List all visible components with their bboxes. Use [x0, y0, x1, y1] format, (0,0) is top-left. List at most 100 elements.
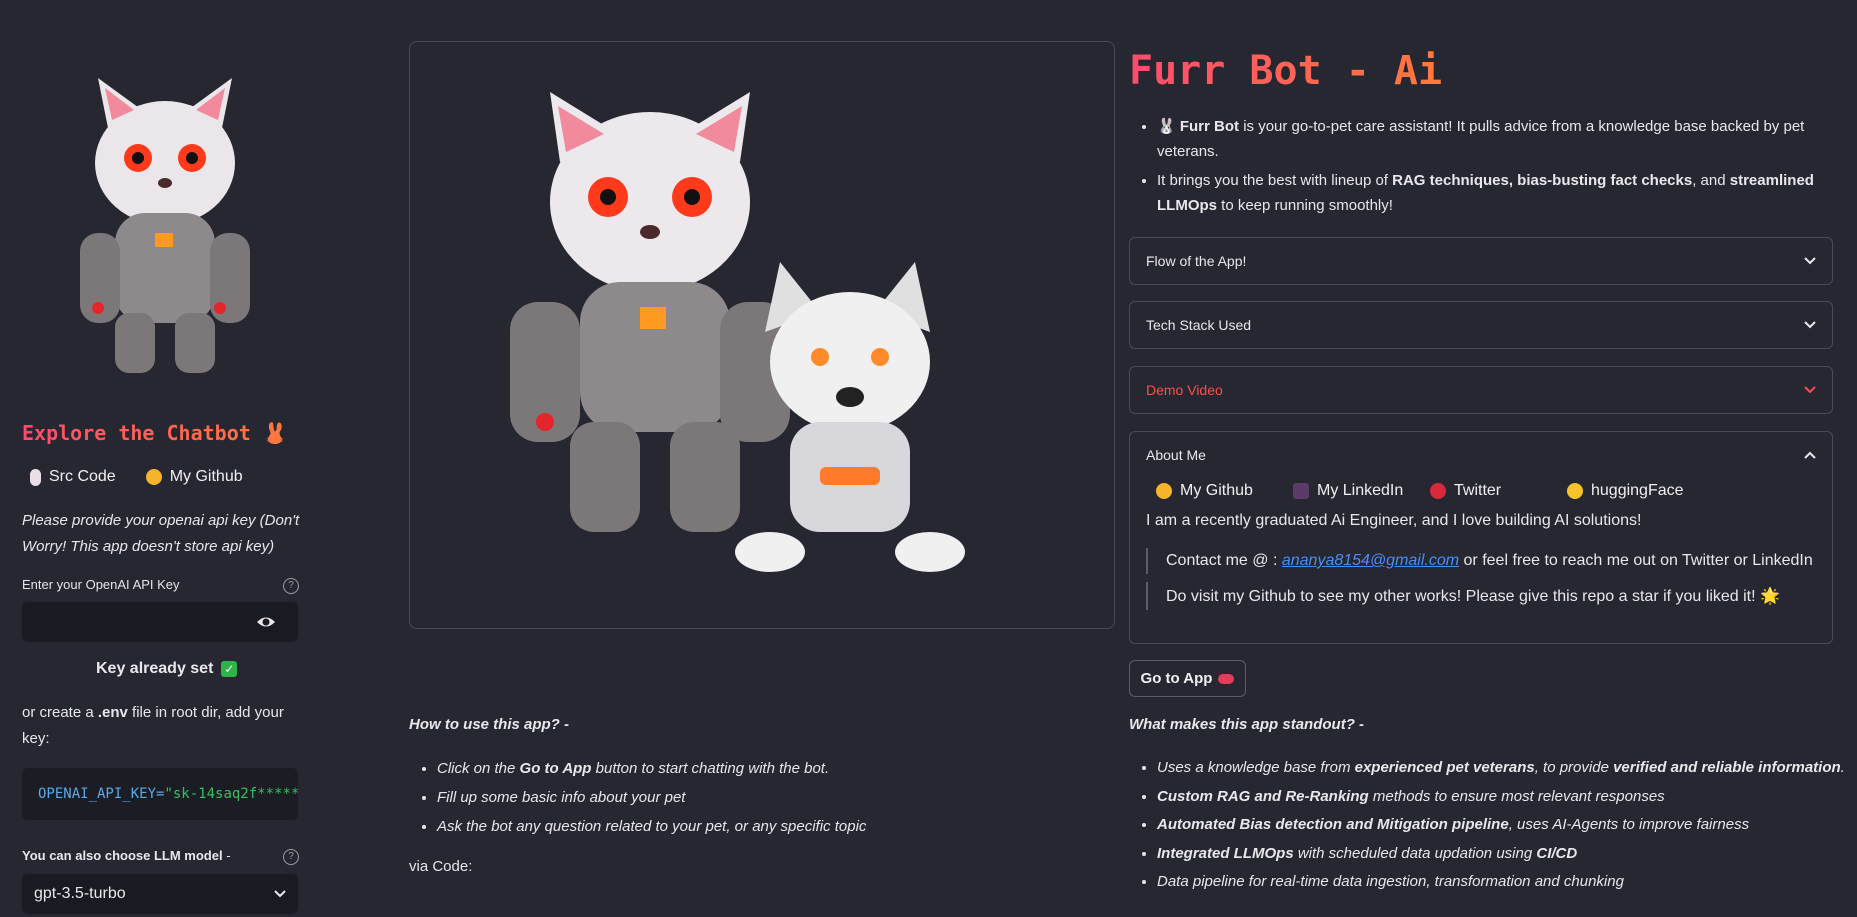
email-link[interactable]: ananya8154@gmail.com — [1282, 552, 1459, 569]
chevron-down-icon — [1804, 257, 1816, 265]
list-item: Click on the Go to App button to start c… — [437, 754, 1137, 783]
hero-image — [510, 92, 965, 572]
eye-icon[interactable] — [256, 613, 276, 631]
sidebar-links: Src Code My Github — [30, 468, 310, 486]
cat-icon — [1156, 483, 1172, 499]
visit-quote: Do visit my Github to see my other works… — [1146, 582, 1816, 610]
item-text: methods to ensure most relevant response… — [1368, 787, 1665, 805]
about-bio: I am a recently graduated Ai Engineer, a… — [1146, 512, 1642, 529]
chevron-up-icon — [1804, 451, 1816, 459]
bird-icon — [1430, 483, 1446, 499]
item-bold: Go to App — [519, 760, 592, 777]
list-item: Integrated LLMOps with scheduled data up… — [1157, 840, 1857, 869]
page-title: Furr Bot - Ai — [1129, 48, 1443, 94]
llm-label-suffix: - — [222, 848, 231, 863]
expander-demo-video[interactable]: Demo Video — [1129, 366, 1833, 414]
intro-text: is your go-to-pet care assistant! It pul… — [1157, 118, 1805, 160]
intro-item: It brings you the best with lineup of RA… — [1157, 168, 1857, 218]
item-text: Fill up some basic info about your pet — [437, 789, 686, 806]
list-item: Data pipeline for real-time data ingesti… — [1157, 868, 1857, 897]
item-text: , uses AI-Agents to improve fairness — [1508, 816, 1750, 833]
about-github-link[interactable]: My Github — [1156, 482, 1293, 500]
rabbit-icon: 🐰 — [1157, 118, 1176, 135]
env-file-name: .env — [97, 704, 128, 721]
cat-icon — [145, 469, 162, 485]
list-item: Ask the bot any question related to your… — [437, 812, 1137, 841]
item-text: Click on the — [437, 760, 520, 777]
chevron-down-icon — [1804, 386, 1816, 394]
sidebar-title: Explore the Chatbot 🐰 — [22, 421, 288, 445]
list-item: Custom RAG and Re-Ranking methods to ens… — [1157, 783, 1857, 812]
api-key-note: Please provide your openai api key (Don'… — [22, 512, 300, 555]
link-label: My LinkedIn — [1317, 482, 1404, 499]
contact-post: or feel free to reach me out on Twitter … — [1459, 552, 1813, 569]
code-key: OPENAI_API_KEY — [38, 786, 157, 802]
src-code-label: Src Code — [49, 468, 116, 485]
help-icon[interactable]: ? — [283, 578, 299, 594]
link-label: My Github — [1180, 482, 1253, 499]
robot-cat-image — [80, 78, 250, 373]
link-label: huggingFace — [1591, 482, 1684, 499]
check-icon: ✓ — [221, 661, 238, 677]
about-links: My Github My LinkedIn Twitter huggingFac… — [1130, 478, 1832, 504]
list-item: Uses a knowledge base from experienced p… — [1157, 754, 1857, 783]
github-link[interactable]: My Github — [145, 468, 243, 486]
key-status: Key already set ✓ — [96, 660, 238, 678]
key-status-text: Key already set — [96, 660, 214, 677]
expander-flow[interactable]: Flow of the App! — [1129, 237, 1833, 285]
expander-label: Flow of the App! — [1146, 253, 1247, 269]
chevron-down-icon — [1804, 321, 1816, 329]
list-item: Automated Bias detection and Mitigation … — [1157, 811, 1857, 840]
intro-bold: RAG techniques, bias-busting fact checks — [1392, 172, 1693, 189]
env-note: or create a .env file in root dir, add y… — [22, 700, 302, 752]
standout-list: Uses a knowledge base from experienced p… — [1129, 754, 1857, 897]
env-note-prefix: or create a — [22, 704, 98, 721]
expander-label: About Me — [1146, 447, 1206, 463]
expander-tech-stack[interactable]: Tech Stack Used — [1129, 301, 1833, 349]
help-icon[interactable]: ? — [283, 849, 299, 865]
item-bold: Automated Bias detection and Mitigation … — [1157, 816, 1509, 833]
expander-label: Demo Video — [1146, 382, 1223, 398]
item-text: with scheduled data updation using — [1293, 844, 1537, 862]
item-bold: Integrated LLMOps — [1157, 844, 1294, 862]
handshake-icon — [1293, 483, 1309, 499]
via-code-label: via Code: — [409, 858, 473, 875]
item-text: . — [1840, 759, 1845, 776]
standout-title: What makes this app standout? - — [1129, 716, 1365, 733]
item-text: Uses a knowledge base from — [1157, 759, 1355, 776]
lips-icon — [1218, 673, 1235, 684]
intro-item: 🐰 Furr Bot is your go-to-pet care assist… — [1157, 114, 1857, 164]
contact-quote: Contact me @ : ananya8154@gmail.com or f… — [1146, 548, 1816, 574]
item-text: button to start chatting with the bot. — [591, 760, 830, 777]
code-value: "sk-14saq2f***** — [164, 786, 298, 802]
item-bold: verified and reliable information — [1613, 759, 1841, 776]
link-label: Twitter — [1454, 482, 1502, 499]
hugging-face-icon — [1567, 483, 1583, 499]
list-item: Fill up some basic info about your pet — [437, 783, 1137, 812]
intro-list: 🐰 Furr Bot is your go-to-pet care assist… — [1129, 114, 1857, 222]
go-to-app-button[interactable]: Go to App — [1129, 660, 1246, 697]
intro-text: to keep running smoothly! — [1217, 197, 1393, 214]
env-code-block: OPENAI_API_KEY="sk-14saq2f***** — [22, 768, 298, 820]
expander-label: Tech Stack Used — [1146, 317, 1252, 333]
sidebar: Explore the Chatbot 🐰 Src Code My Github… — [0, 0, 330, 917]
intro-text: It brings you the best with lineup of — [1157, 172, 1393, 189]
chevron-down-icon — [274, 890, 286, 898]
about-huggingface-link[interactable]: huggingFace — [1567, 482, 1704, 500]
llm-label-text: You can also choose LLM model — [22, 848, 223, 863]
intro-bold: Furr Bot — [1179, 118, 1240, 135]
llm-selected-value: gpt-3.5-turbo — [34, 885, 126, 902]
item-bold: Custom RAG and Re-Ranking — [1157, 787, 1369, 805]
item-text: , to provide — [1534, 759, 1614, 776]
item-text: Ask the bot any question related to your… — [437, 818, 867, 835]
howto-title: How to use this app? - — [409, 716, 569, 733]
llm-model-select[interactable]: gpt-3.5-turbo — [22, 874, 298, 914]
contact-pre: Contact me @ : — [1166, 552, 1282, 569]
api-key-label: Enter your OpenAI API Key — [22, 577, 180, 592]
src-code-link[interactable]: Src Code — [30, 468, 116, 486]
expander-about-me[interactable]: About Me My Github My LinkedIn Twitter h… — [1129, 431, 1833, 644]
about-twitter-link[interactable]: Twitter — [1430, 482, 1567, 500]
about-linkedin-link[interactable]: My LinkedIn — [1293, 482, 1430, 500]
item-text: Data pipeline for real-time data ingesti… — [1157, 873, 1624, 890]
go-to-app-label: Go to App — [1140, 670, 1213, 687]
